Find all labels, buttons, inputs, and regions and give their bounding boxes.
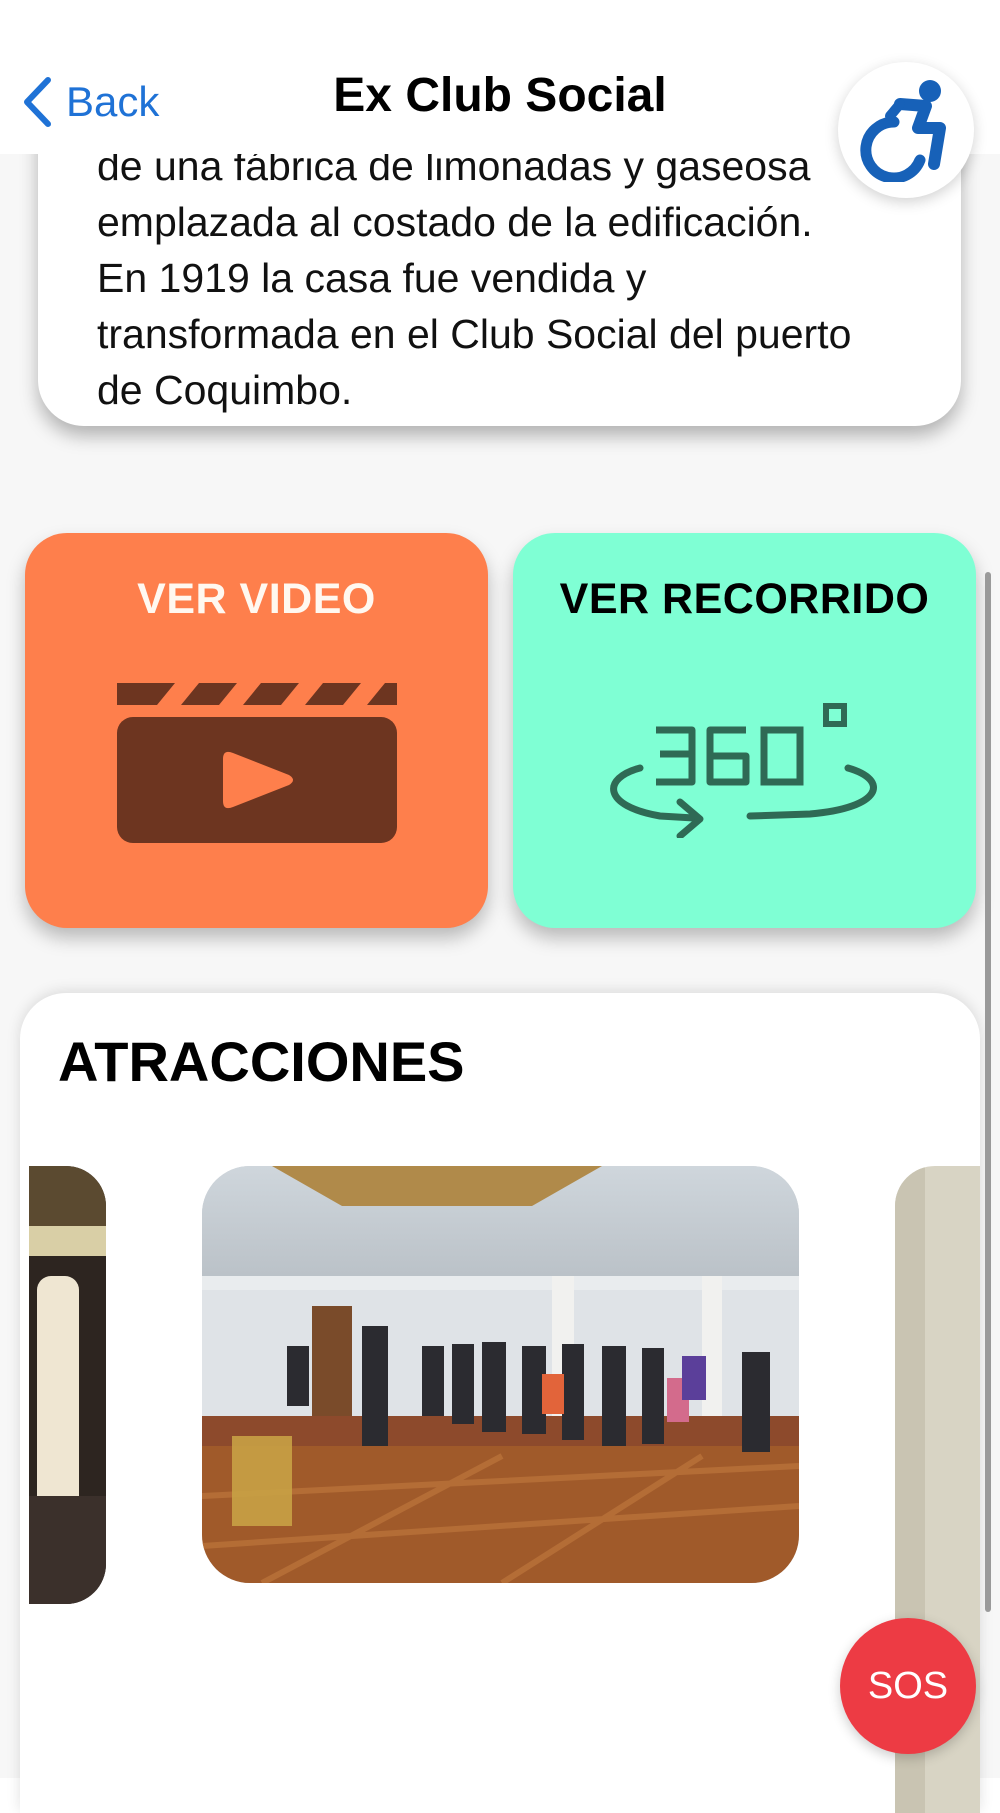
description-line: emplazada al costado de la edificación. bbox=[97, 199, 813, 245]
sos-button[interactable]: SOS bbox=[840, 1618, 976, 1754]
clapperboard-play-icon bbox=[116, 683, 397, 843]
attraction-image-salon[interactable] bbox=[202, 1166, 799, 1583]
view-tour-label: VER RECORRIDO bbox=[559, 575, 930, 623]
watch-video-label: VER VIDEO bbox=[137, 575, 376, 623]
360-view-icon bbox=[609, 703, 877, 838]
watch-video-button[interactable]: VER VIDEO bbox=[25, 533, 488, 928]
attraction-image-previous[interactable] bbox=[29, 1166, 106, 1604]
scrollbar[interactable] bbox=[985, 572, 991, 1612]
description-line: de Coquimbo. bbox=[97, 367, 353, 413]
attractions-title: ATRACCIONES bbox=[58, 1030, 465, 1093]
description-line: En 1919 la casa fue vendida y bbox=[97, 255, 647, 301]
attractions-section: ATRACCIONES bbox=[20, 993, 980, 1813]
accessibility-button[interactable] bbox=[838, 62, 974, 198]
wheelchair-accessibility-icon bbox=[860, 80, 946, 182]
description-text: de una fábrica de limonadas y gaseosa em… bbox=[97, 138, 937, 418]
description-line: transformada en el Club Social del puert… bbox=[97, 311, 852, 357]
view-tour-button[interactable]: VER RECORRIDO bbox=[513, 533, 976, 928]
